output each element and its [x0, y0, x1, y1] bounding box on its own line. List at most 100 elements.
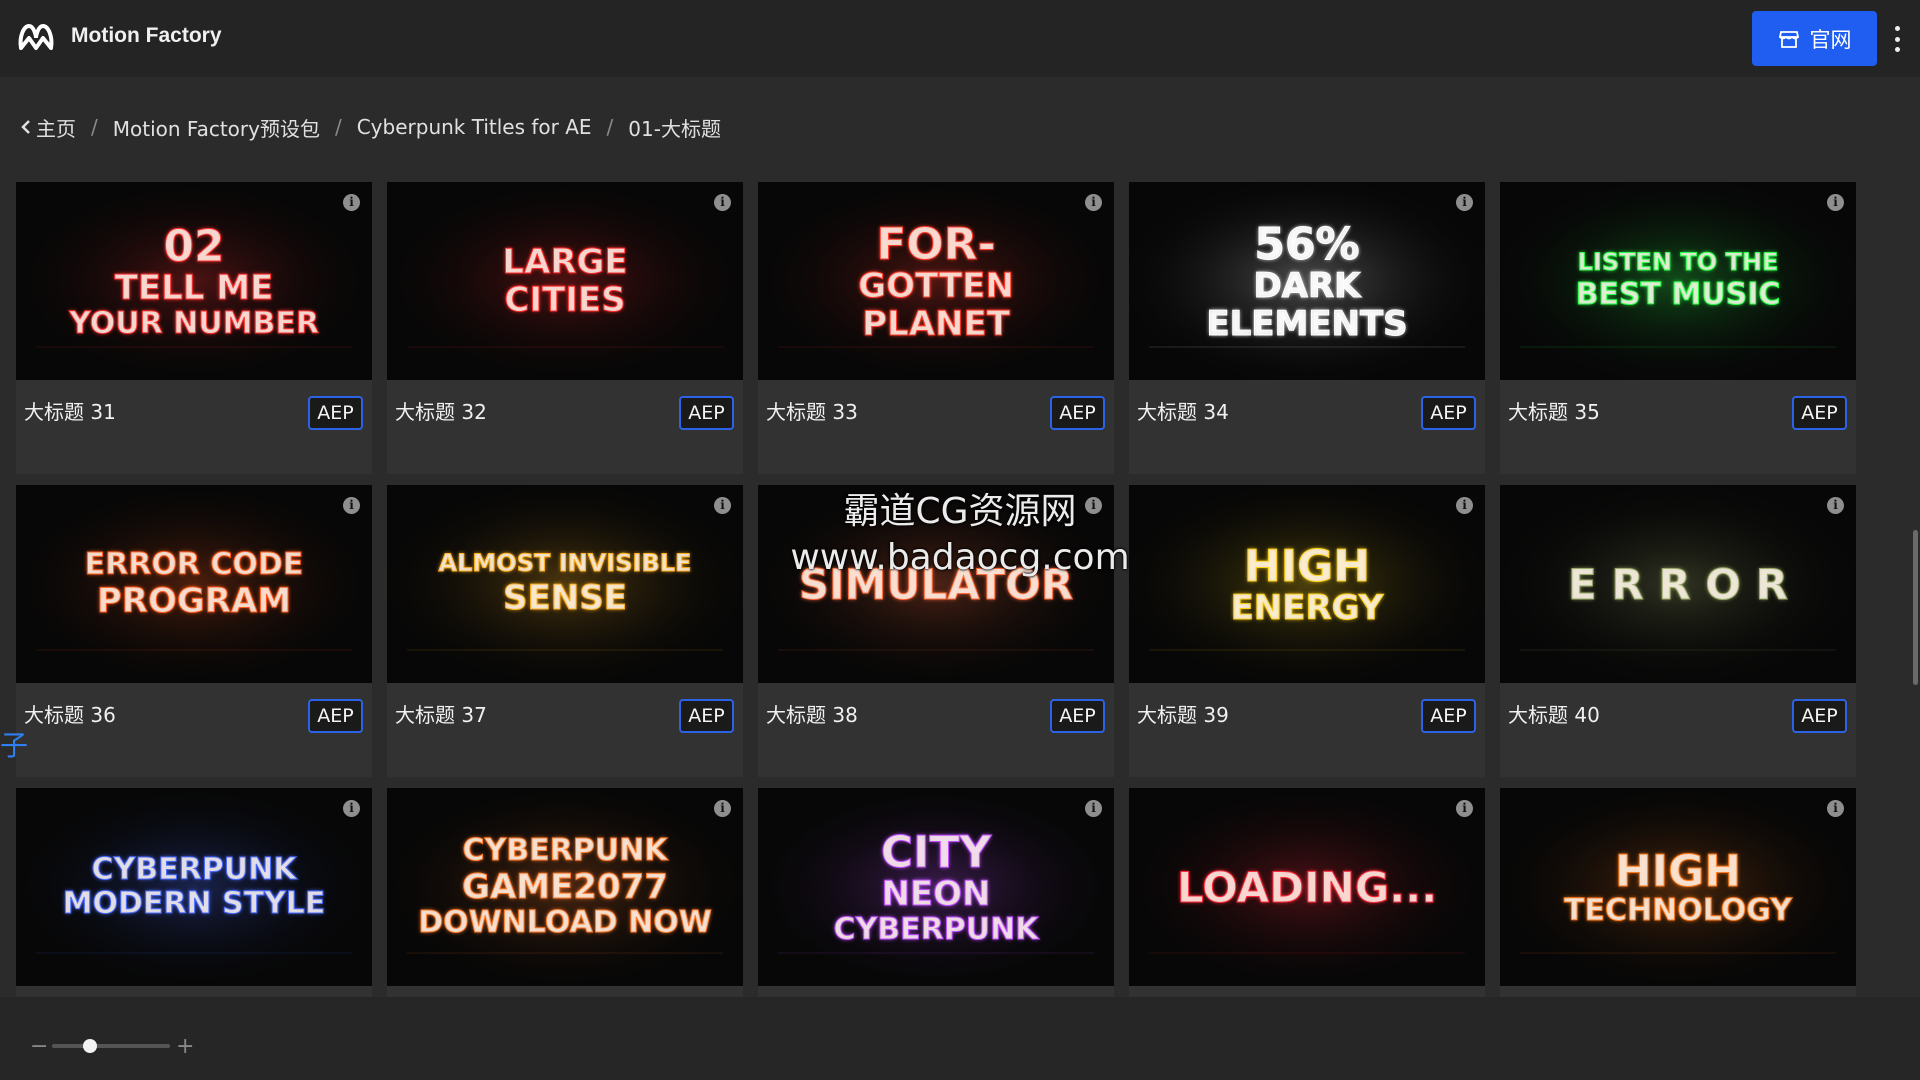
preset-thumbnail[interactable]: LISTEN TO THE LISTEN TO THE BEST MUSIC BEST…	[1500, 182, 1856, 380]
preset-card[interactable]: LISTEN TO THE LISTEN TO THE BEST MUSIC BEST…	[1500, 182, 1856, 474]
info-icon[interactable]: i	[1085, 800, 1102, 817]
info-icon[interactable]: i	[1456, 194, 1473, 211]
thumbnail-title-text: CYBERPUNK	[463, 833, 670, 868]
info-icon[interactable]: i	[1085, 194, 1102, 211]
preset-card-title: 大标题 35	[1508, 400, 1600, 424]
thumbnail-title-text: NEON	[881, 874, 990, 914]
preset-card[interactable]: 02 02 TELL ME TELL ME YOUR NUMBER YOUR NUMBER…	[16, 182, 372, 474]
thumbnail-title-text: HIGH	[1615, 846, 1741, 897]
thumbnail-title-text: TELL ME	[115, 268, 274, 308]
preset-thumbnail[interactable]: LARGE LARGE CITIES CITIES i	[387, 182, 743, 380]
preset-thumbnail[interactable]: CYBERPUNK CYBERPUNK GAME2077 GAME2077 DOWNLO…	[387, 788, 743, 986]
file-type-badge: AEP	[679, 396, 734, 430]
thumbnail-title-text: YOUR NUMBER	[68, 306, 319, 341]
thumbnail-title-text: CITY	[881, 827, 993, 878]
thumbnail-title-text: BEST MUSIC	[1576, 277, 1781, 312]
zoom-slider[interactable]	[52, 1039, 170, 1053]
preset-card[interactable]: ERROR CODE ERROR CODE PROGRAM PROGRAM i 大标题 3…	[16, 485, 372, 777]
preset-card[interactable]: LARGE LARGE CITIES CITIES i 大标题 32 AEP	[387, 182, 743, 474]
preset-card[interactable]: 56% 56% DARK DARK ELEMENTS ELEMENTS i 大标题 34 AEP	[1129, 182, 1485, 474]
file-type-badge: AEP	[1792, 699, 1847, 733]
preset-card[interactable]: HIGH HIGH TECHNOLOGY TECHNOLOGY i	[1500, 788, 1856, 998]
zoom-in-button[interactable]: +	[176, 1034, 194, 1059]
info-icon[interactable]: i	[1456, 497, 1473, 514]
info-icon[interactable]: i	[343, 194, 360, 211]
preset-thumbnail[interactable]: E R R O RE R R O Ri	[1500, 485, 1856, 683]
preset-thumbnail[interactable]: ALMOST INVISIBLE ALMOST INVISIBLE SENSE SEN…	[387, 485, 743, 683]
breadcrumb: 主页 / Motion Factory预设包 / Cyberpunk Title…	[20, 112, 721, 142]
preset-card-title: 大标题 34	[1137, 400, 1229, 424]
preset-card-title: 大标题 36	[24, 703, 116, 727]
preset-card[interactable]: CITY CITY NEON NEON CYBERPUNK CYBERPUNK i	[758, 788, 1114, 998]
preset-grid: 02 02 TELL ME TELL ME YOUR NUMBER YOUR NUMBER…	[16, 182, 1858, 998]
thumbnail-title-text: 56%	[1254, 219, 1359, 270]
info-icon[interactable]: i	[1085, 497, 1102, 514]
info-icon[interactable]: i	[714, 800, 731, 817]
preset-thumbnail[interactable]: HIGH HIGH ENERGY ENERGY i	[1129, 485, 1485, 683]
thumbnail-title-text: CITIES	[504, 280, 625, 320]
info-icon[interactable]: i	[1827, 497, 1844, 514]
preset-card[interactable]: ALMOST INVISIBLE ALMOST INVISIBLE SENSE SEN…	[387, 485, 743, 777]
thumbnail-title-text: ERROR CODE	[85, 547, 304, 582]
preset-card[interactable]: SIMULATOR SIMULATOR i 大标题 38 AEP	[758, 485, 1114, 777]
preset-card[interactable]: FOR- FOR- GOTTEN GOTTEN PLANET PLANET i 大标题 33 A…	[758, 182, 1114, 474]
preset-card[interactable]: HIGH HIGH ENERGY ENERGY i 大标题 39 AEP	[1129, 485, 1485, 777]
info-icon[interactable]: i	[714, 194, 731, 211]
preset-thumbnail[interactable]: 02 02 TELL ME TELL ME YOUR NUMBER YOUR NUMBER…	[16, 182, 372, 380]
chevron-left-icon	[21, 120, 30, 134]
zoom-slider-thumb[interactable]	[82, 1039, 97, 1053]
official-site-button[interactable]: 官网	[1752, 11, 1877, 66]
thumbnail-title-text: DARK	[1253, 266, 1362, 306]
thumbnail-title-text: CYBERPUNK	[92, 852, 299, 887]
thumbnail-title-text: GAME2077	[462, 867, 668, 907]
file-type-badge: AEP	[1421, 699, 1476, 733]
top-bar: Motion Factory 官网	[0, 0, 1920, 77]
file-type-badge: AEP	[1421, 396, 1476, 430]
preset-card-title: 大标题 38	[766, 703, 858, 727]
file-type-badge: AEP	[1050, 699, 1105, 733]
info-icon[interactable]: i	[343, 800, 360, 817]
preset-card-title: 大标题 31	[24, 400, 116, 424]
preset-thumbnail[interactable]: 56% 56% DARK DARK ELEMENTS ELEMENTS i	[1129, 182, 1485, 380]
thumbnail-title-text: CYBERPUNK	[834, 912, 1041, 947]
preset-thumbnail[interactable]: CYBERPUNK CYBERPUNK MODERN STYLE MODERN STY…	[16, 788, 372, 986]
preset-thumbnail[interactable]: CITY CITY NEON NEON CYBERPUNK CYBERPUNK i	[758, 788, 1114, 986]
file-type-badge: AEP	[308, 396, 363, 430]
file-type-badge: AEP	[679, 699, 734, 733]
breadcrumb-home[interactable]: 主页	[20, 113, 76, 142]
thumbnail-title-text: PLANET	[862, 304, 1011, 344]
breadcrumb-item-current: 01-大标题	[628, 116, 721, 141]
more-vertical-icon[interactable]	[1890, 26, 1904, 52]
breadcrumb-home-label: 主页	[36, 116, 76, 141]
info-icon[interactable]: i	[714, 497, 731, 514]
info-icon[interactable]: i	[1456, 800, 1473, 817]
thumbnail-title-text: 02	[163, 221, 224, 272]
thumbnail-title-text: DOWNLOAD NOW	[418, 905, 712, 940]
thumbnail-title-text: SIMULATOR	[799, 560, 1073, 609]
breadcrumb-separator: /	[606, 115, 614, 139]
preset-thumbnail[interactable]: FOR- FOR- GOTTEN GOTTEN PLANET PLANET i	[758, 182, 1114, 380]
zoom-control: − +	[30, 1034, 194, 1059]
breadcrumb-item-collection[interactable]: Cyberpunk Titles for AE	[357, 115, 592, 139]
preset-card[interactable]: CYBERPUNK CYBERPUNK GAME2077 GAME2077 DOWNLO…	[387, 788, 743, 998]
preset-thumbnail[interactable]: HIGH HIGH TECHNOLOGY TECHNOLOGY i	[1500, 788, 1856, 986]
vertical-scrollbar[interactable]	[1913, 530, 1918, 685]
info-icon[interactable]: i	[1827, 800, 1844, 817]
preset-card[interactable]: LOADING... LOADING... i	[1129, 788, 1485, 998]
preset-card[interactable]: E R R O RE R R O Ri 大标题 40 AEP	[1500, 485, 1856, 777]
thumbnail-title-text: TECHNOLOGY	[1564, 893, 1793, 928]
zoom-out-button[interactable]: −	[30, 1034, 48, 1059]
thumbnail-title-text: FOR-	[876, 219, 996, 270]
preset-thumbnail[interactable]: LOADING... LOADING... i	[1129, 788, 1485, 986]
thumbnail-title-text: ELEMENTS	[1206, 304, 1407, 344]
info-icon[interactable]: i	[343, 497, 360, 514]
store-icon	[1778, 30, 1799, 48]
preset-card-title: 大标题 32	[395, 400, 487, 424]
motion-factory-logo-icon[interactable]	[16, 20, 56, 56]
footer-bar	[0, 997, 1920, 1080]
preset-thumbnail[interactable]: ERROR CODE ERROR CODE PROGRAM PROGRAM i	[16, 485, 372, 683]
preset-card[interactable]: CYBERPUNK CYBERPUNK MODERN STYLE MODERN STY…	[16, 788, 372, 998]
preset-thumbnail[interactable]: SIMULATOR SIMULATOR i	[758, 485, 1114, 683]
breadcrumb-item-pack[interactable]: Motion Factory预设包	[113, 113, 320, 142]
info-icon[interactable]: i	[1827, 194, 1844, 211]
